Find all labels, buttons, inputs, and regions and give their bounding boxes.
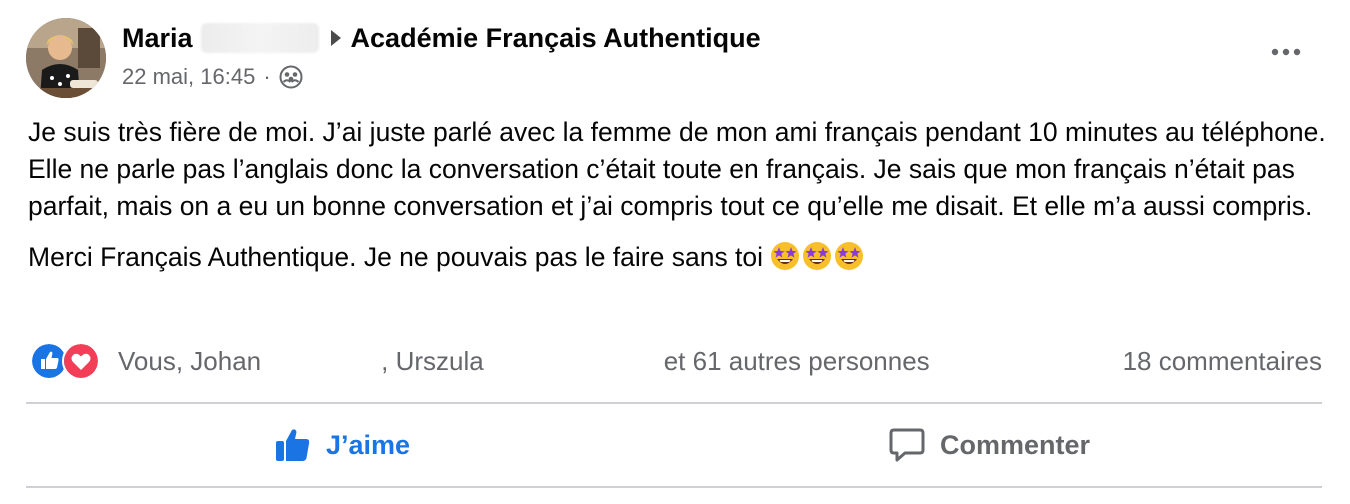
group-name-link[interactable]: Académie Français Authentique [351,23,761,54]
author-avatar[interactable] [26,18,106,98]
reactor-1[interactable]: Vous, Johan [118,346,261,376]
reaction-icons[interactable] [30,340,100,382]
comment-icon [889,428,925,462]
post-meta: 22 mai, 16:45 · [122,62,303,92]
comment-button[interactable]: Commenter [888,420,1090,470]
thumbs-up-icon [276,429,310,461]
reactor-2[interactable]: , Urszula [381,346,484,376]
post-paragraph-2-text: Merci Français Authentique. Je ne pouvai… [28,242,764,272]
reactors-summary[interactable]: Vous, Johan , Urszula et 61 autres personn… [118,343,930,379]
star-struck-icon [771,242,800,270]
like-button[interactable]: J’aime [274,420,410,470]
love-icon [62,342,100,380]
post-timestamp[interactable]: 22 mai, 16:45 [122,64,255,90]
post-header: Maria Académie Français Authentique [122,18,761,58]
post-content: Je suis très fière de moi. J’ai juste pa… [28,114,1328,290]
post-paragraph-2: Merci Français Authentique. Je ne pouvai… [28,239,1328,276]
post-paragraph-1: Je suis très fière de moi. J’ai juste pa… [28,117,1326,221]
reactors-others[interactable]: et 61 autres personnes [664,346,930,376]
comment-label: Commenter [940,429,1091,460]
more-options-icon[interactable] [1268,38,1304,66]
author-name[interactable]: Maria [122,23,193,54]
arrow-right-icon [330,30,341,46]
group-icon[interactable] [279,65,303,89]
divider-bottom [26,486,1322,488]
divider-top [26,402,1322,404]
redacted-name [200,23,319,53]
avatar-photo [26,18,106,98]
meta-separator: · [263,64,271,89]
comments-count[interactable]: 18 commentaires [1123,343,1322,379]
like-label: J’aime [326,429,411,460]
star-struck-icon [803,242,832,270]
star-struck-icon [835,242,864,270]
